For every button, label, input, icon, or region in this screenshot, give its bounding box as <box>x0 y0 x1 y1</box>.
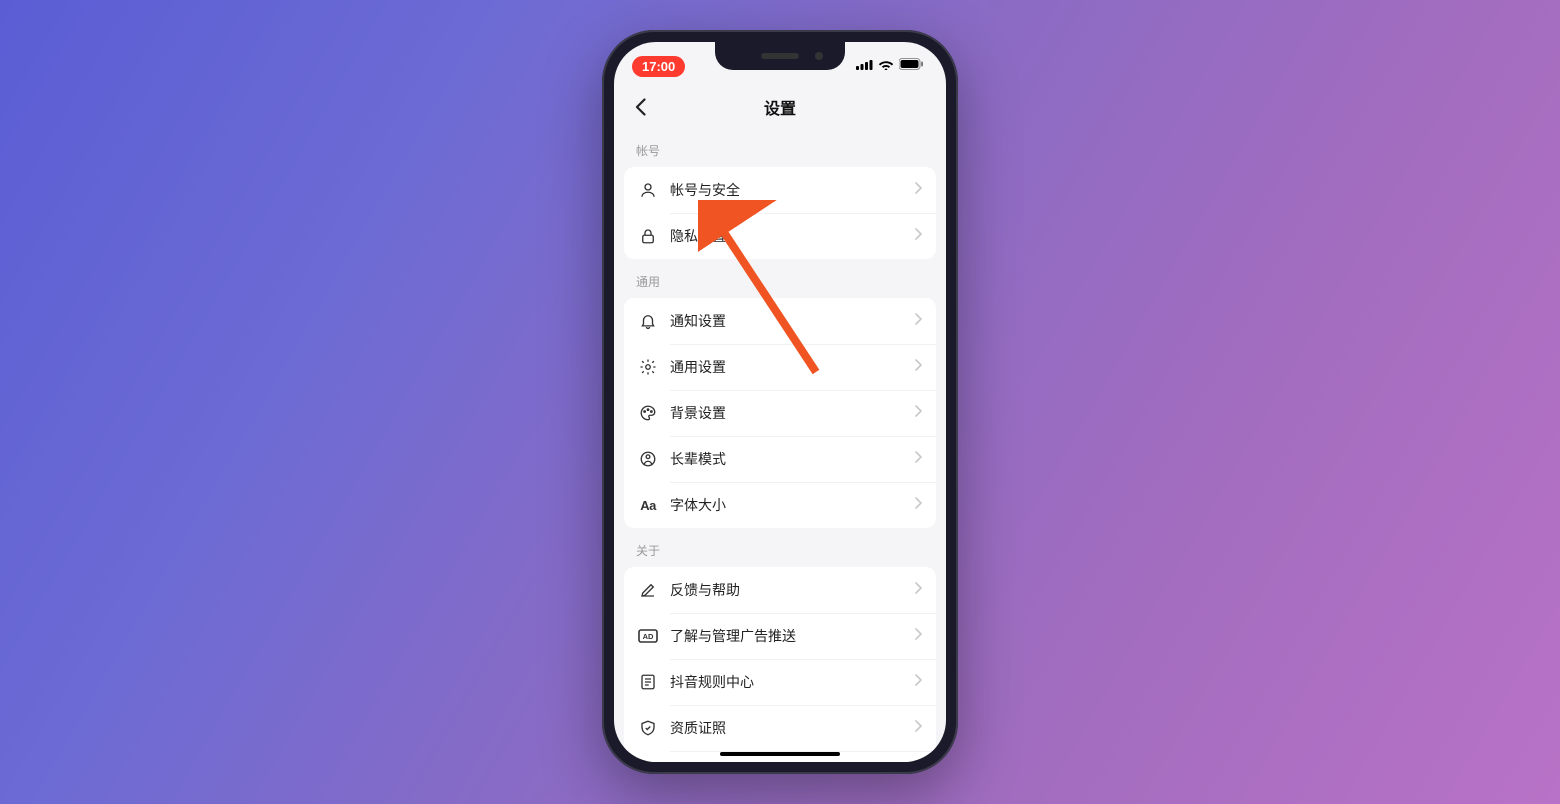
chevron-left-icon <box>635 98 646 116</box>
item-label: 抖音规则中心 <box>670 672 915 692</box>
chevron-right-icon <box>915 312 922 330</box>
svg-text:AD: AD <box>643 632 654 641</box>
palette-icon <box>638 403 658 423</box>
item-label: 通用设置 <box>670 357 915 377</box>
item-font-size[interactable]: Aa 字体大小 <box>624 482 936 528</box>
item-label: 了解与管理广告推送 <box>670 626 915 646</box>
chevron-right-icon <box>915 719 922 737</box>
item-label: 隐私设置 <box>670 226 915 246</box>
section-card-about: 反馈与帮助 AD 了解与管理广告推送 抖音规则中心 <box>624 567 936 762</box>
chevron-right-icon <box>915 627 922 645</box>
back-button[interactable] <box>628 95 652 119</box>
item-label: 长辈模式 <box>670 449 915 469</box>
status-icons <box>856 57 924 75</box>
chevron-right-icon <box>915 358 922 376</box>
item-privacy[interactable]: 隐私设置 <box>624 213 936 259</box>
home-indicator[interactable] <box>720 752 840 756</box>
item-label: 反馈与帮助 <box>670 580 915 600</box>
notch <box>715 42 845 70</box>
item-label: 背景设置 <box>670 403 915 423</box>
chevron-right-icon <box>915 227 922 245</box>
section-header-general: 通用 <box>624 259 936 298</box>
section-header-account: 帐号 <box>624 128 936 167</box>
item-ads[interactable]: AD 了解与管理广告推送 <box>624 613 936 659</box>
rules-icon <box>638 672 658 692</box>
shield-icon <box>638 718 658 738</box>
chevron-right-icon <box>915 496 922 514</box>
status-time-pill: 17:00 <box>632 56 685 77</box>
aa-icon: Aa <box>638 495 658 515</box>
item-general-settings[interactable]: 通用设置 <box>624 344 936 390</box>
chevron-right-icon <box>915 450 922 468</box>
person-icon <box>638 180 658 200</box>
phone-screen: 17:00 设置 帐号 <box>614 42 946 762</box>
section-header-about: 关于 <box>624 528 936 567</box>
section-card-account: 帐号与安全 隐私设置 <box>624 167 936 259</box>
item-elder-mode[interactable]: 长辈模式 <box>624 436 936 482</box>
chevron-right-icon <box>915 181 922 199</box>
item-qualification[interactable]: 资质证照 <box>624 705 936 751</box>
phone-frame: 17:00 设置 帐号 <box>602 30 958 774</box>
pencil-icon <box>638 580 658 600</box>
item-rules[interactable]: 抖音规则中心 <box>624 659 936 705</box>
item-label: 帐号与安全 <box>670 180 915 200</box>
cellular-icon <box>856 57 873 75</box>
item-label: 通知设置 <box>670 311 915 331</box>
section-card-general: 通知设置 通用设置 背景设置 <box>624 298 936 528</box>
item-label: 资质证照 <box>670 718 915 738</box>
item-label: 字体大小 <box>670 495 915 515</box>
elder-icon <box>638 449 658 469</box>
item-background[interactable]: 背景设置 <box>624 390 936 436</box>
item-account-security[interactable]: 帐号与安全 <box>624 167 936 213</box>
chevron-right-icon <box>915 404 922 422</box>
ad-icon: AD <box>638 626 658 646</box>
settings-content[interactable]: 帐号 帐号与安全 隐私设置 通用 <box>614 128 946 762</box>
nav-bar: 设置 <box>614 86 946 128</box>
bell-icon <box>638 311 658 331</box>
lock-icon <box>638 226 658 246</box>
chevron-right-icon <box>915 581 922 599</box>
wifi-icon <box>878 57 894 75</box>
battery-icon <box>899 57 924 75</box>
item-feedback[interactable]: 反馈与帮助 <box>624 567 936 613</box>
gear-icon <box>638 357 658 377</box>
chevron-right-icon <box>915 673 922 691</box>
item-notification[interactable]: 通知设置 <box>624 298 936 344</box>
page-title: 设置 <box>764 95 796 119</box>
